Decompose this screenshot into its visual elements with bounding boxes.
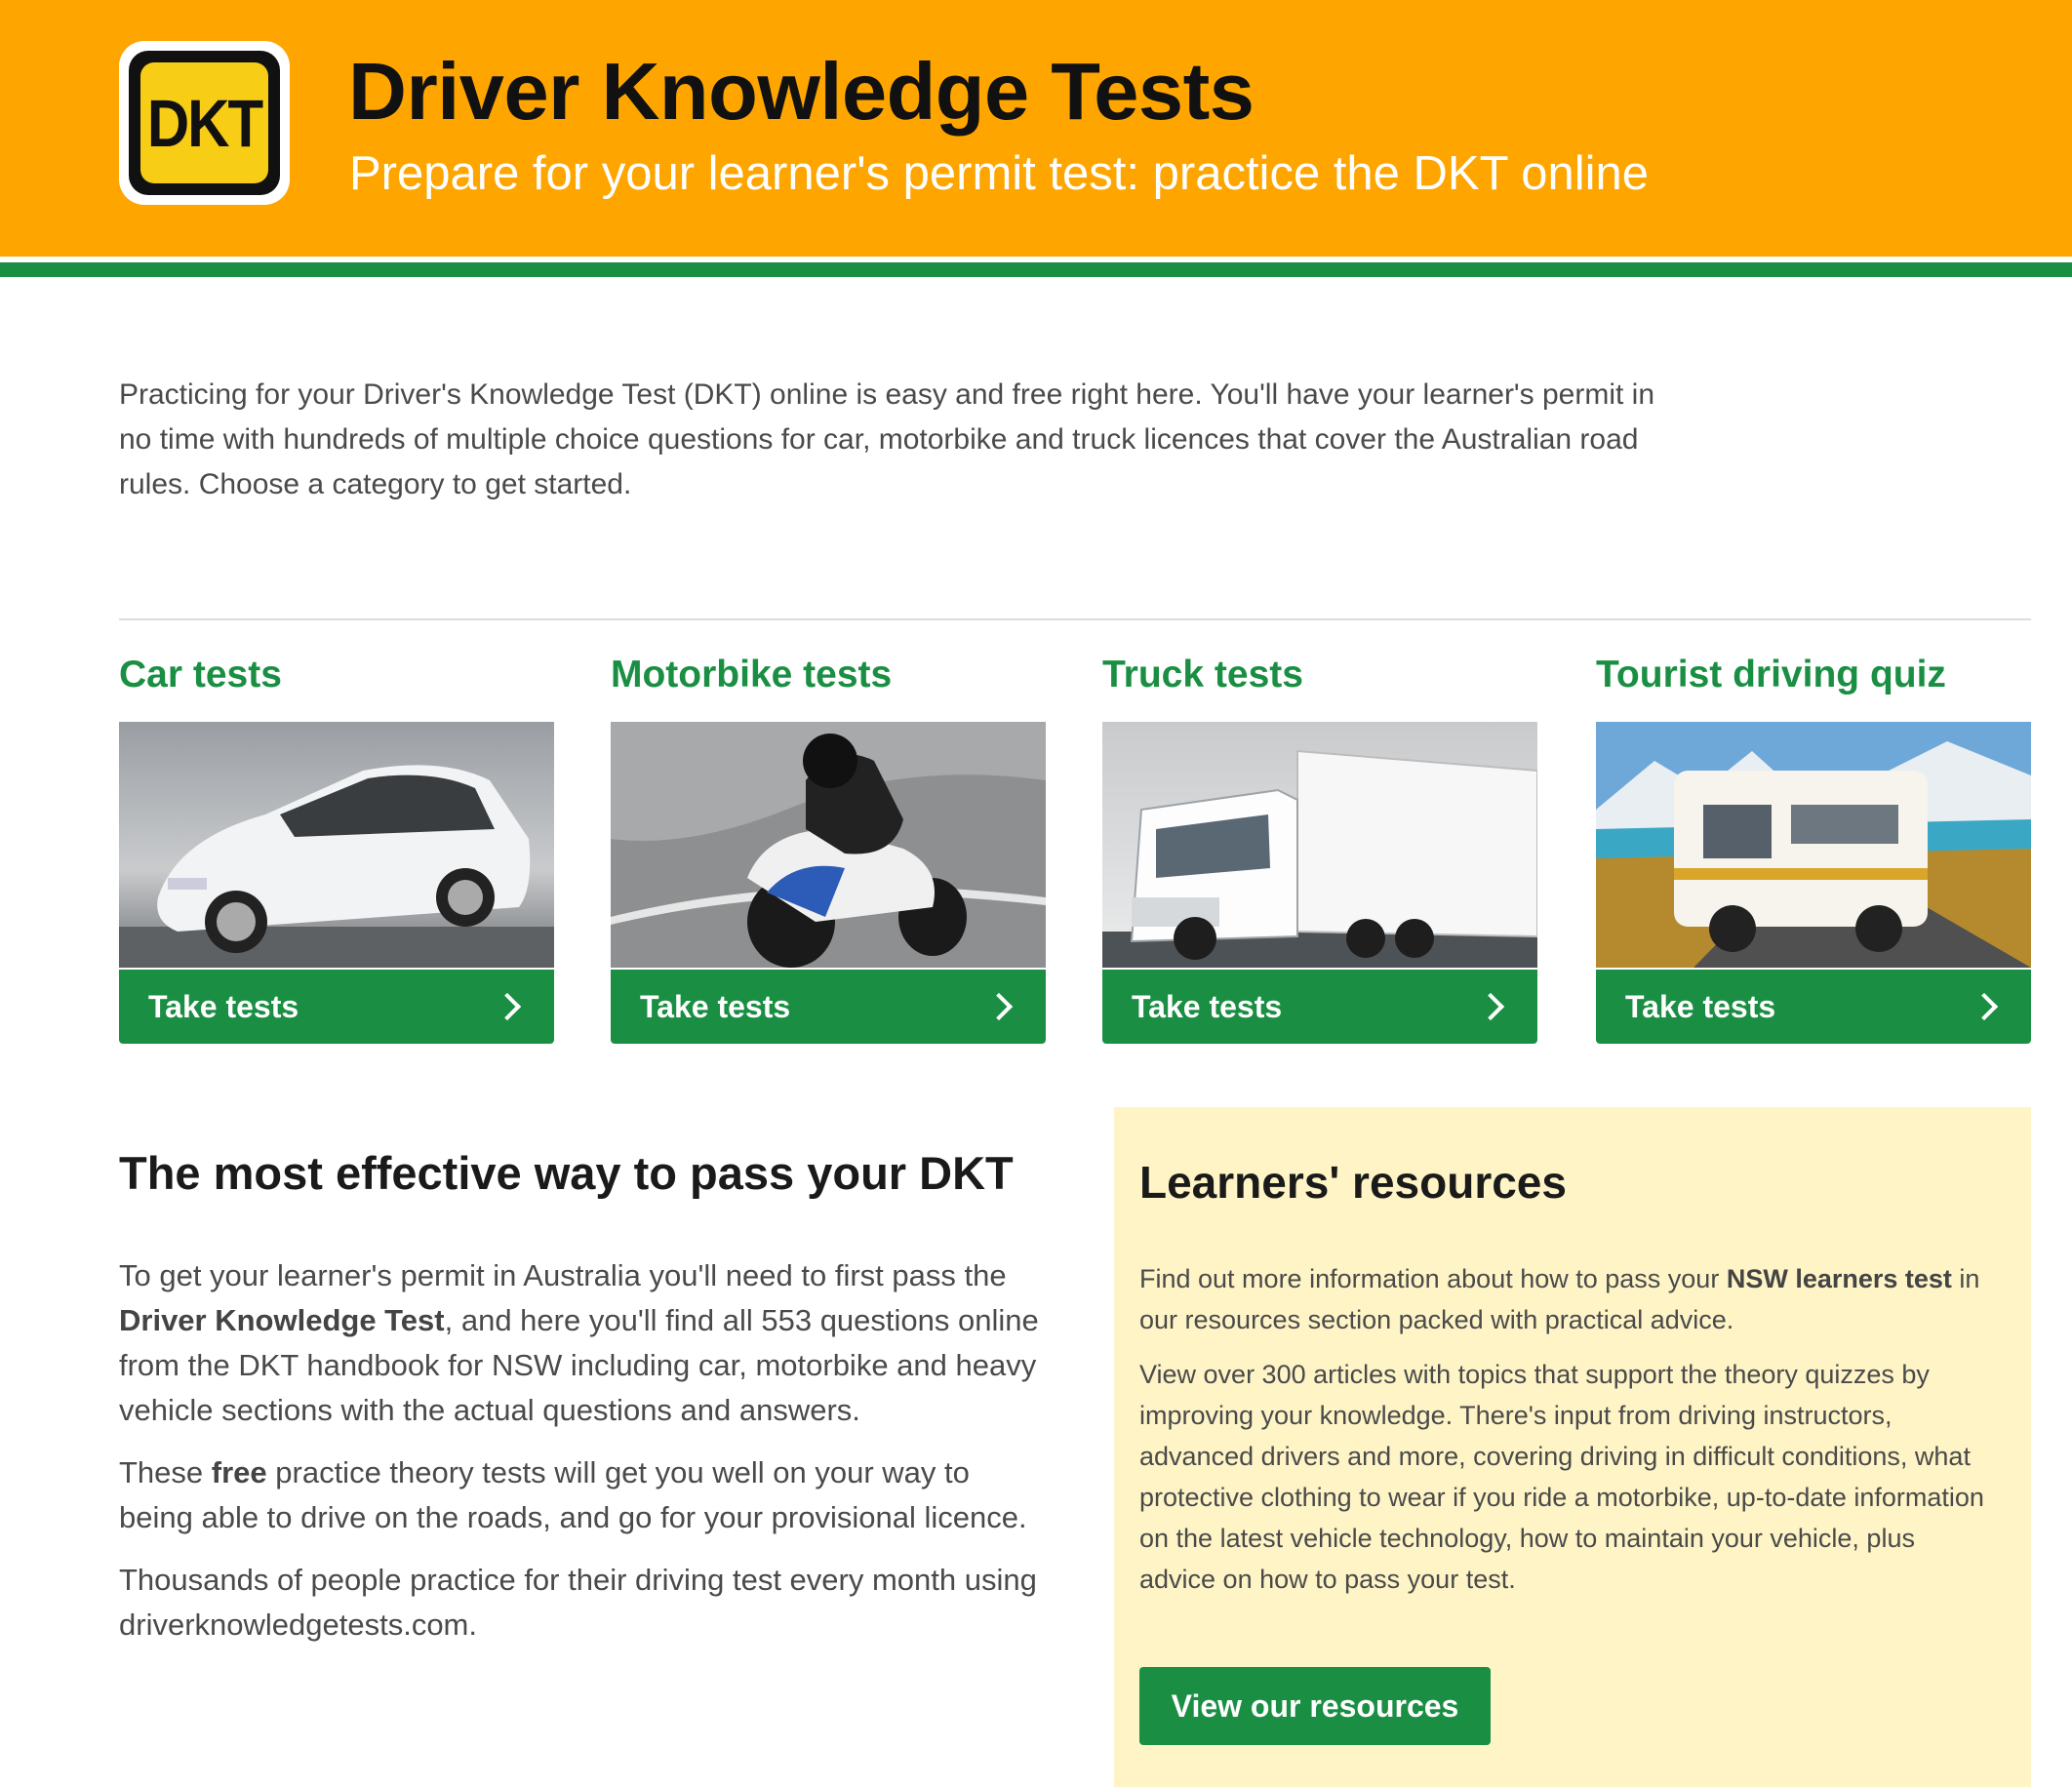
effective-paragraph-1: To get your learner's permit in Australi… <box>119 1253 1046 1433</box>
resources-paragraph-1: Find out more information about how to p… <box>1139 1258 1998 1340</box>
category-title-motorbike[interactable]: Motorbike tests <box>611 654 1046 722</box>
take-tests-label: Take tests <box>1625 988 1776 1024</box>
bold-text: NSW learners test <box>1726 1264 1952 1293</box>
category-card-motorbike: Motorbike tests Take tests <box>611 654 1046 1044</box>
view-resources-button[interactable]: View our resources <box>1139 1667 1491 1745</box>
text-span: Find out more information about how to p… <box>1139 1264 1727 1293</box>
bold-text: Driver Knowledge Test <box>119 1303 445 1337</box>
chevron-right-icon <box>1479 992 1508 1021</box>
text-span: To get your learner's permit in Australi… <box>119 1258 1007 1292</box>
resources-paragraph-2: View over 300 articles with topics that … <box>1139 1360 1984 1594</box>
take-tests-button-motorbike[interactable]: Take tests <box>611 970 1046 1044</box>
site-title[interactable]: Driver Knowledge Tests <box>348 45 1255 139</box>
resources-heading: Learners' resources <box>1139 1157 1567 1208</box>
category-card-car: Car tests Take tests <box>119 654 554 1044</box>
chevron-right-icon <box>496 992 525 1021</box>
effective-paragraph-3: Thousands of people practice for their d… <box>119 1563 1037 1642</box>
category-card-truck: Truck tests Take tests <box>1102 654 1537 1044</box>
campervan-image[interactable] <box>1596 722 2031 968</box>
take-tests-label: Take tests <box>148 988 299 1024</box>
logo-face: DKT <box>140 62 268 183</box>
header-divider-green <box>0 262 2072 277</box>
chevron-right-icon <box>1972 992 2002 1021</box>
site-header: DKT Driver Knowledge Tests Prepare for y… <box>0 0 2072 257</box>
truck-image[interactable] <box>1102 722 1537 968</box>
category-card-tourist: Tourist driving quiz Take tests <box>1596 654 2031 1044</box>
resources-panel: Learners' resources Find out more inform… <box>1114 1107 2031 1787</box>
section-divider <box>119 618 2031 620</box>
site-subtitle: Prepare for your learner's permit test: … <box>349 147 1650 200</box>
chevron-right-icon <box>987 992 1016 1021</box>
bold-text: free <box>211 1455 267 1489</box>
take-tests-button-car[interactable]: Take tests <box>119 970 554 1044</box>
effective-body: To get your learner's permit in Australi… <box>119 1253 1046 1665</box>
take-tests-button-truck[interactable]: Take tests <box>1102 970 1537 1044</box>
category-title-truck[interactable]: Truck tests <box>1102 654 1537 722</box>
text-span: These <box>119 1455 212 1489</box>
effective-paragraph-2: These free practice theory tests will ge… <box>119 1450 1046 1540</box>
category-title-car[interactable]: Car tests <box>119 654 554 722</box>
take-tests-button-tourist[interactable]: Take tests <box>1596 970 2031 1044</box>
logo-border: DKT <box>129 51 280 195</box>
effective-heading: The most effective way to pass your DKT <box>119 1147 1014 1199</box>
dkt-logo[interactable]: DKT <box>119 41 290 205</box>
resources-body: Find out more information about how to p… <box>1139 1258 1998 1613</box>
take-tests-label: Take tests <box>640 988 791 1024</box>
logo-text: DKT <box>146 85 263 161</box>
intro-text: Practicing for your Driver's Knowledge T… <box>119 378 1655 500</box>
take-tests-label: Take tests <box>1132 988 1283 1024</box>
motorbike-image[interactable] <box>611 722 1046 968</box>
car-image[interactable] <box>119 722 554 968</box>
category-title-tourist[interactable]: Tourist driving quiz <box>1596 654 2031 722</box>
